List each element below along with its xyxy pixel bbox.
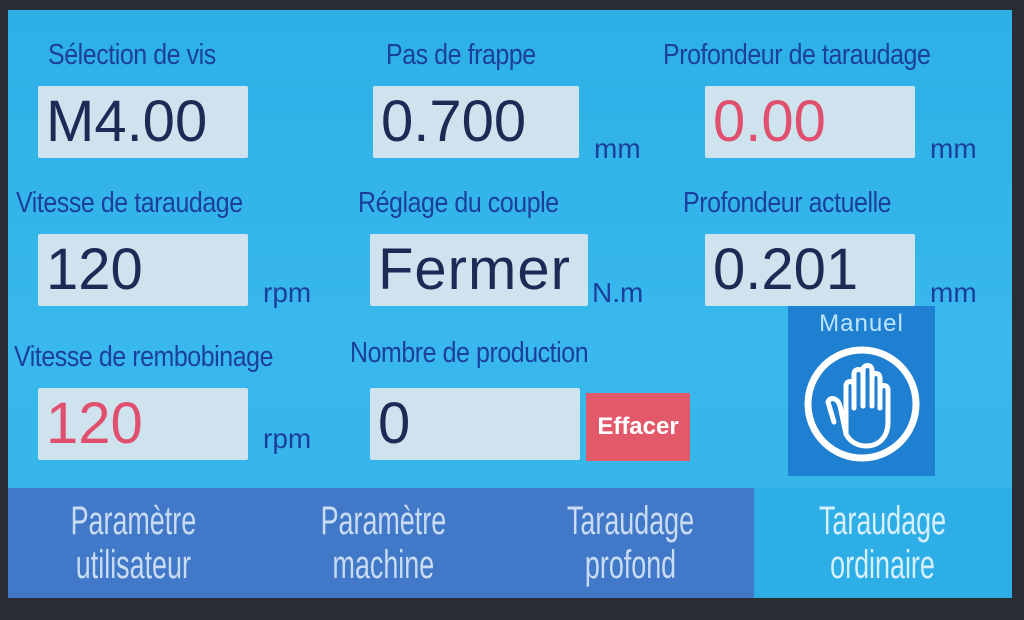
tab-label-line1: Paramètre xyxy=(320,499,446,543)
hmi-screen: Sélection de vis M4.00 Pas de frappe 0.7… xyxy=(8,10,1012,598)
tapping-speed-field[interactable]: 120 xyxy=(38,234,248,306)
tab-machine-parameters[interactable]: Paramètre machine xyxy=(258,488,508,598)
tapping-speed-unit: rpm xyxy=(263,277,312,308)
pitch-label: Pas de frappe xyxy=(386,39,536,71)
tapping-speed-value: 120 xyxy=(46,237,143,302)
tapping-depth-value: 0.00 xyxy=(713,89,826,154)
rewind-speed-value: 120 xyxy=(46,391,143,456)
rewind-speed-unit: rpm xyxy=(263,423,312,454)
current-depth-field: 0.201 xyxy=(705,234,915,306)
current-depth-value: 0.201 xyxy=(713,237,859,302)
tab-label-line2: utilisateur xyxy=(75,543,191,587)
tab-label-line1: Taraudage xyxy=(567,499,695,543)
tab-label-line1: Taraudage xyxy=(819,499,947,543)
tab-label-line1: Paramètre xyxy=(70,499,196,543)
tapping-speed-label: Vitesse de taraudage xyxy=(16,187,243,219)
rewind-speed-label: Vitesse de rembobinage xyxy=(14,341,274,373)
tapping-depth-label: Profondeur de taraudage xyxy=(663,39,931,71)
tab-user-parameters[interactable]: Paramètre utilisateur xyxy=(8,488,258,598)
tapping-depth-unit: mm xyxy=(930,133,977,164)
pitch-field[interactable]: 0.700 xyxy=(373,86,579,158)
tab-ordinary-tapping[interactable]: Taraudage ordinaire xyxy=(754,488,1012,598)
screw-selection-value: M4.00 xyxy=(46,89,208,154)
manual-button-label: Manuel xyxy=(819,310,904,337)
screw-selection-label: Sélection de vis xyxy=(48,39,216,71)
tab-label-line2: machine xyxy=(332,543,434,587)
tab-deep-tapping[interactable]: Taraudage profond xyxy=(508,488,754,598)
production-count-value: 0 xyxy=(378,391,411,456)
torque-setting-label: Réglage du couple xyxy=(358,187,559,219)
tab-bar: Paramètre utilisateur Paramètre machine Ta… xyxy=(8,488,1012,598)
pitch-value: 0.700 xyxy=(381,89,527,154)
torque-setting-unit: N.m xyxy=(592,277,644,308)
tab-label-line2: ordinaire xyxy=(830,543,936,587)
manual-button[interactable]: Manuel xyxy=(788,306,935,476)
tapping-depth-field[interactable]: 0.00 xyxy=(705,86,915,158)
hand-stop-icon xyxy=(804,346,920,462)
production-count-label: Nombre de production xyxy=(350,337,589,369)
screw-selection-field[interactable]: M4.00 xyxy=(38,86,248,158)
current-depth-unit: mm xyxy=(930,277,977,308)
clear-button[interactable]: Effacer xyxy=(586,393,690,461)
current-depth-label: Profondeur actuelle xyxy=(683,187,892,219)
torque-setting-value: Fermer xyxy=(378,237,571,302)
pitch-unit: mm xyxy=(594,133,641,164)
torque-setting-field[interactable]: Fermer xyxy=(370,234,588,306)
tab-label-line2: profond xyxy=(585,543,677,587)
production-count-field: 0 xyxy=(370,388,580,460)
rewind-speed-field[interactable]: 120 xyxy=(38,388,248,460)
